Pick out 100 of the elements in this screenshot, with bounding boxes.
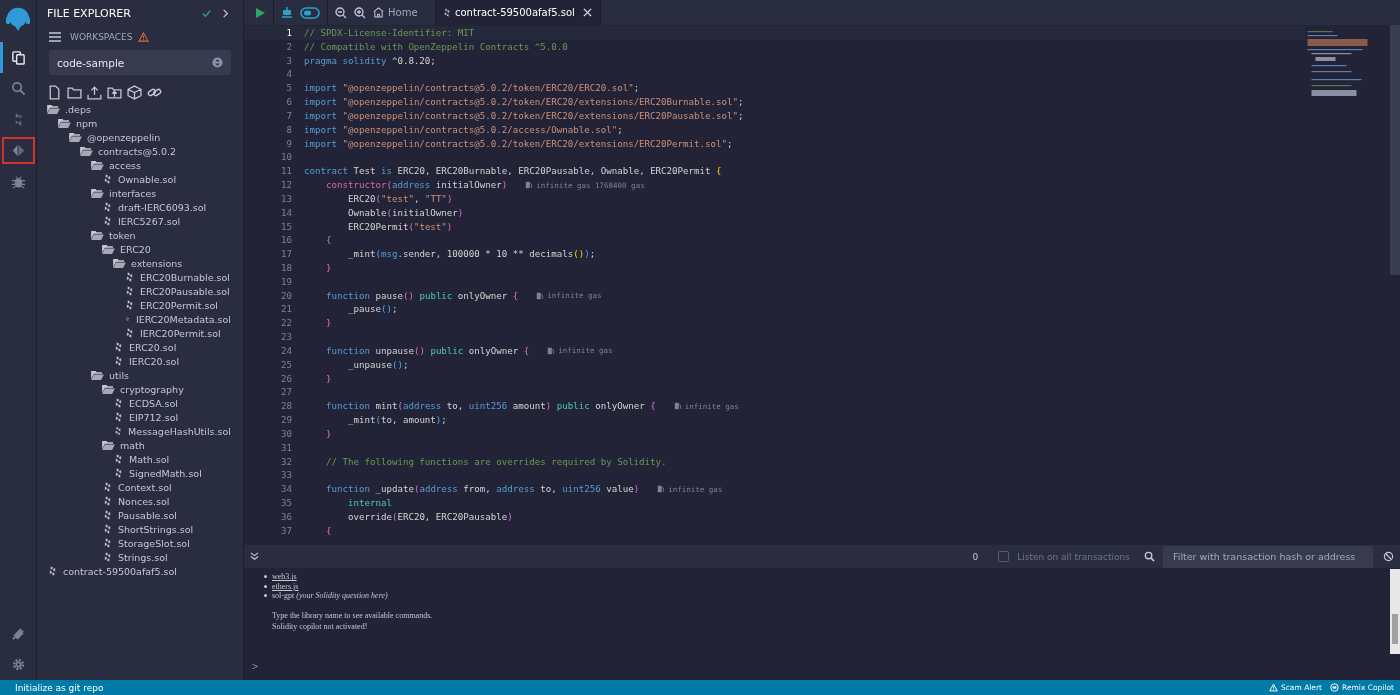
line-number: 4: [285, 69, 293, 80]
solidity-file-icon: [115, 426, 122, 436]
file-name[interactable]: IERC20Metadata.sol: [135, 313, 231, 325]
code-line: {: [324, 235, 332, 246]
code-line: }: [324, 373, 332, 384]
file-tab[interactable]: contract-59500afaf5.sol: [435, 0, 601, 25]
zoom-in-icon[interactable]: [354, 6, 366, 19]
listen-label: Listen on all transactions: [1017, 551, 1130, 562]
file-name[interactable]: ERC20Permit.sol: [140, 299, 218, 311]
folder-name[interactable]: math: [120, 439, 145, 451]
git-init-link[interactable]: Initialize as git repo: [15, 682, 104, 693]
code-line: internal: [346, 498, 392, 509]
folder-name[interactable]: @openzeppelin: [87, 131, 161, 143]
file-name[interactable]: SignedMath.sol: [129, 467, 202, 479]
library-link[interactable]: web3.js: [272, 572, 297, 582]
up-down-icon: [212, 57, 223, 68]
line-number: 1: [285, 27, 293, 38]
deploy-icon[interactable]: [10, 143, 26, 158]
file-name[interactable]: Nonces.sol: [118, 495, 170, 507]
workspace-select[interactable]: code-sample: [49, 50, 231, 75]
code-line: }: [324, 263, 332, 273]
listen-checkbox[interactable]: [998, 551, 1010, 562]
cube-icon[interactable]: [127, 85, 142, 100]
code-line: function _update(address from, address to, uint256 value): [324, 484, 640, 495]
file-name[interactable]: Strings.sol: [118, 551, 168, 563]
line-number: 24: [280, 345, 293, 356]
file-name[interactable]: IERC20Permit.sol: [140, 327, 221, 339]
upload-icon[interactable]: [87, 85, 102, 100]
file-name[interactable]: ERC20.sol: [129, 341, 177, 353]
folder-name[interactable]: utils: [109, 369, 129, 381]
file-name[interactable]: Pausable.sol: [118, 509, 177, 521]
folder-name[interactable]: extensions: [131, 257, 183, 269]
new-folder-icon[interactable]: [67, 85, 82, 100]
file-name[interactable]: IERC5267.sol: [118, 215, 181, 227]
code-line: }: [324, 428, 332, 439]
code-line: contract Test is ERC20, ERC20Burnable, ERC20Pausable, Ownable, ERC20Permit {: [304, 166, 722, 177]
files-icon[interactable]: [10, 50, 26, 65]
search-icon[interactable]: [10, 81, 26, 96]
folder-name[interactable]: token: [109, 229, 136, 241]
gas-pump-icon: [525, 181, 534, 189]
zoom-out-icon[interactable]: [335, 6, 347, 19]
code-line: function unpause() public onlyOwner {: [324, 345, 530, 356]
code-line: ERC20("test", "TT"): [346, 193, 453, 204]
gas-pump-icon: [547, 346, 556, 355]
robot-icon[interactable]: [281, 6, 293, 19]
terminal-text: Type the library name to see available commands.: [271, 610, 434, 622]
line-number: 21: [280, 304, 293, 315]
upload-folder-icon[interactable]: [107, 85, 122, 100]
folder-name[interactable]: cryptography: [120, 383, 184, 395]
code-line: ERC20Permit("test"): [346, 221, 453, 232]
file-name[interactable]: ERC20Burnable.sol: [140, 271, 230, 283]
chevron-right-icon[interactable]: [220, 8, 231, 19]
folder-name[interactable]: ERC20: [120, 243, 151, 255]
clear-icon[interactable]: [1383, 551, 1394, 562]
search-icon[interactable]: [1144, 551, 1155, 562]
file-name[interactable]: ShortStrings.sol: [118, 523, 194, 535]
file-name[interactable]: EIP712.sol: [129, 411, 179, 423]
line-number: 15: [280, 221, 293, 232]
file-name[interactable]: ECDSA.sol: [129, 397, 178, 409]
folder-name[interactable]: contracts@5.0.2: [98, 145, 177, 157]
file-name[interactable]: contract-59500afaf5.sol: [63, 565, 177, 577]
folder-name[interactable]: access: [109, 159, 141, 171]
collapse-icon[interactable]: [250, 552, 259, 561]
home-tab[interactable]: Home: [373, 0, 428, 25]
folder-name[interactable]: npm: [76, 117, 98, 129]
code-line: {: [324, 525, 332, 536]
file-name[interactable]: Context.sol: [118, 481, 172, 493]
solidity-file-icon: [104, 216, 111, 226]
file-name[interactable]: StorageSlot.sol: [118, 537, 190, 549]
filter-field[interactable]: Filter with transaction hash or address: [1163, 545, 1373, 568]
file-name[interactable]: ERC20Pausable.sol: [140, 285, 230, 297]
folder-name[interactable]: .deps: [65, 103, 91, 115]
file-name[interactable]: MessageHashUtils.sol: [128, 425, 231, 437]
line-number: 5: [285, 83, 293, 94]
scrollbar[interactable]: [1390, 25, 1400, 275]
line-number: 3: [285, 55, 293, 66]
file-name[interactable]: Ownable.sol: [118, 173, 177, 185]
line-number: 8: [285, 124, 293, 135]
workspaces-label: WORKSPACES: [70, 32, 133, 42]
solidity-file-icon: [104, 510, 111, 520]
transaction-count: 0: [972, 551, 979, 562]
close-icon[interactable]: [582, 8, 592, 17]
plug-icon[interactable]: [10, 626, 26, 641]
code-line: _unpause();: [346, 359, 409, 370]
folder-name[interactable]: interfaces: [109, 187, 157, 199]
line-number: 11: [280, 166, 293, 177]
panel-title: FILE EXPLORER: [47, 7, 132, 20]
solidity-file-icon: [104, 538, 111, 548]
run-icon[interactable]: [254, 6, 266, 19]
bug-icon[interactable]: [10, 174, 26, 189]
menu-icon[interactable]: [49, 32, 61, 42]
settings-icon[interactable]: [10, 657, 26, 672]
file-name[interactable]: draft-IERC6093.sol: [118, 201, 207, 213]
new-file-icon[interactable]: [47, 85, 62, 100]
toggle-icon[interactable]: [300, 6, 320, 19]
code-line: _mint(msg.sender, 100000 * 10 ** decimals());: [346, 249, 596, 260]
scrollbar[interactable]: [1392, 614, 1398, 644]
file-name[interactable]: Math.sol: [129, 453, 170, 465]
file-name[interactable]: IERC20.sol: [129, 355, 180, 367]
library-link[interactable]: ethers.js: [272, 581, 299, 591]
